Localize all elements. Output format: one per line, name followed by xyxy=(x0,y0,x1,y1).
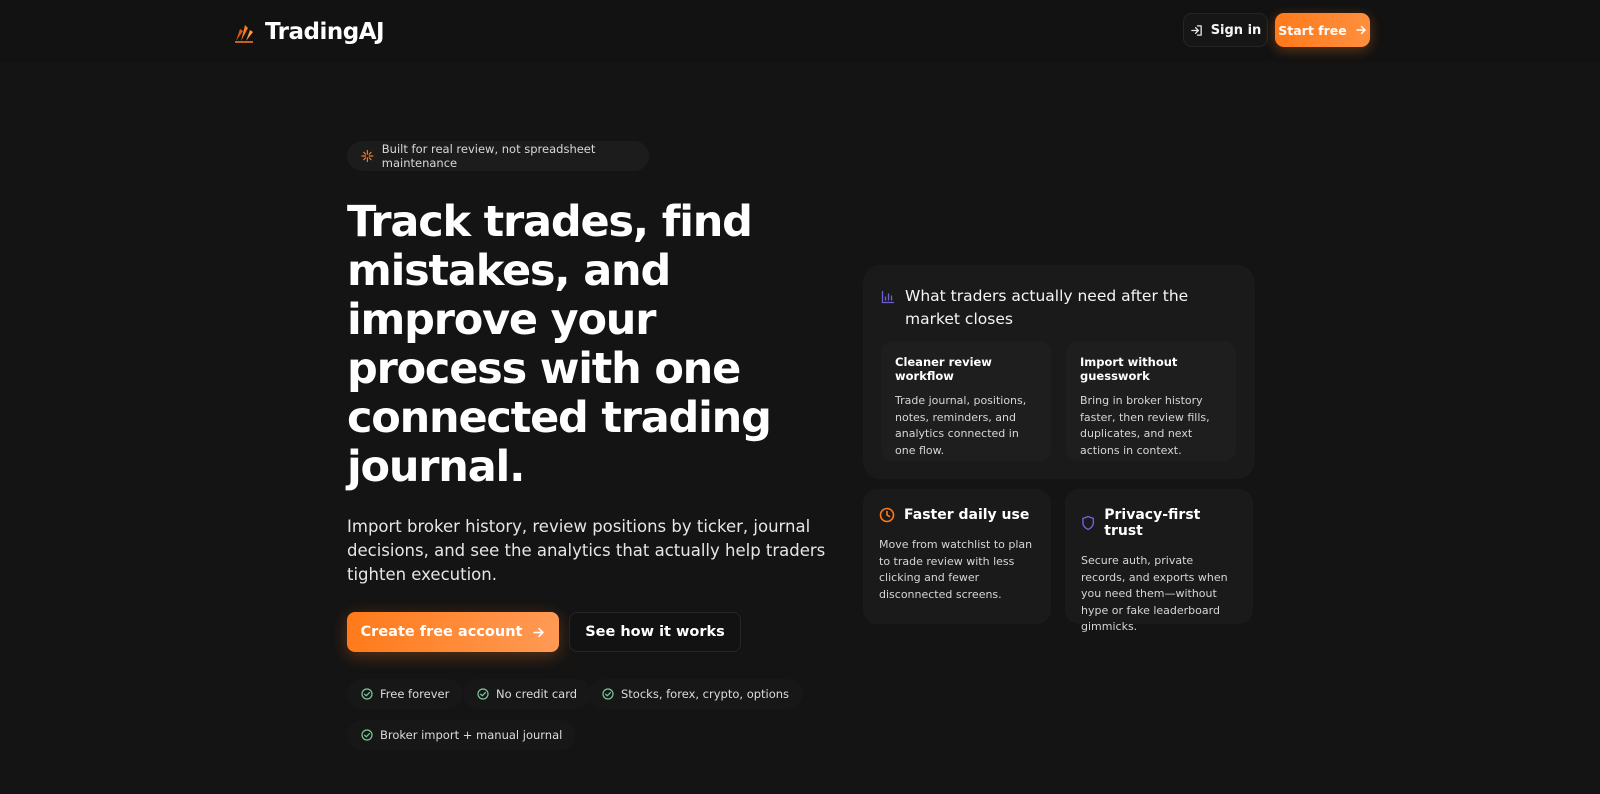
tagline-pill: Built for real review, not spreadsheet m… xyxy=(347,141,649,171)
bar-chart-icon-wrap xyxy=(881,285,895,304)
card-body: Trade journal, positions, notes, reminde… xyxy=(895,394,1027,457)
chip-label: Stocks, forex, crypto, options xyxy=(621,687,790,701)
start-free-label: Start free xyxy=(1278,22,1347,38)
panel-title: What traders actually need after the mar… xyxy=(881,285,1231,331)
card-title: Faster daily use xyxy=(904,507,1030,523)
start-free-button[interactable]: Start free xyxy=(1275,13,1370,47)
card-header: Privacy-first trust xyxy=(1081,507,1237,539)
card-title: Privacy-first trust xyxy=(1104,507,1201,539)
check-circle-icon xyxy=(361,729,373,741)
arrow-right-icon xyxy=(533,627,545,637)
shield-icon xyxy=(1082,515,1095,531)
feature-chip: Stocks, forex, crypto, options xyxy=(588,679,804,709)
see-how-it-works-button[interactable]: See how it works xyxy=(569,612,741,652)
privacy-first-card: Privacy-first trust Secure auth, private… xyxy=(1065,489,1253,633)
chip-label: No credit card xyxy=(496,687,578,701)
bar-chart-icon xyxy=(881,290,895,304)
card-body: Secure auth, private records, and export… xyxy=(1081,554,1228,633)
check-circle-icon xyxy=(477,688,489,700)
sign-in-button[interactable]: Sign in xyxy=(1183,13,1268,47)
panel-title-text: What traders actually need after the mar… xyxy=(905,287,1189,328)
clock-icon xyxy=(879,507,895,523)
value-panel: What traders actually need after the mar… xyxy=(863,265,1255,479)
hero-headline: Track trades, find mistakes, and improve… xyxy=(347,197,772,492)
check-circle-icon xyxy=(361,688,373,700)
check-circle-icon xyxy=(602,688,614,700)
create-account-button[interactable]: Create free account xyxy=(347,612,559,652)
card-body: Move from watchlist to plan to trade rev… xyxy=(879,538,1033,601)
import-card: Import without guesswork Bring in broker… xyxy=(1066,341,1236,461)
feature-chip: Broker import + manual journal xyxy=(347,720,577,750)
chip-label: Free forever xyxy=(380,687,450,701)
sign-in-icon xyxy=(1190,24,1202,36)
top-nav: TradingAJ Sign in Start free xyxy=(0,0,1600,62)
sparkle-icon xyxy=(361,149,374,163)
review-workflow-card: Cleaner review workflow Trade journal, p… xyxy=(881,341,1051,461)
brand-name: TradingAJ xyxy=(265,19,385,45)
sign-in-label: Sign in xyxy=(1210,22,1262,38)
see-how-it-works-label: See how it works xyxy=(585,624,725,640)
arrow-right-icon xyxy=(1355,25,1366,35)
brand-logo[interactable]: TradingAJ xyxy=(233,16,385,48)
card-body: Bring in broker history faster, then rev… xyxy=(1080,394,1210,457)
card-header: Faster daily use xyxy=(879,507,1035,523)
tagline-text: Built for real review, not spreadsheet m… xyxy=(381,142,596,170)
card-title: Import without guesswork xyxy=(1080,355,1178,383)
create-account-label: Create free account xyxy=(360,624,523,640)
logo-icon xyxy=(235,25,253,43)
card-title: Cleaner review workflow xyxy=(895,355,992,383)
faster-daily-use-card: Faster daily use Move from watchlist to … xyxy=(863,489,1051,624)
chip-label: Broker import + manual journal xyxy=(380,728,563,742)
hero-subcopy: Import broker history, review positions … xyxy=(347,517,826,584)
feature-chip: No credit card xyxy=(463,679,592,709)
feature-chip: Free forever xyxy=(347,679,464,709)
